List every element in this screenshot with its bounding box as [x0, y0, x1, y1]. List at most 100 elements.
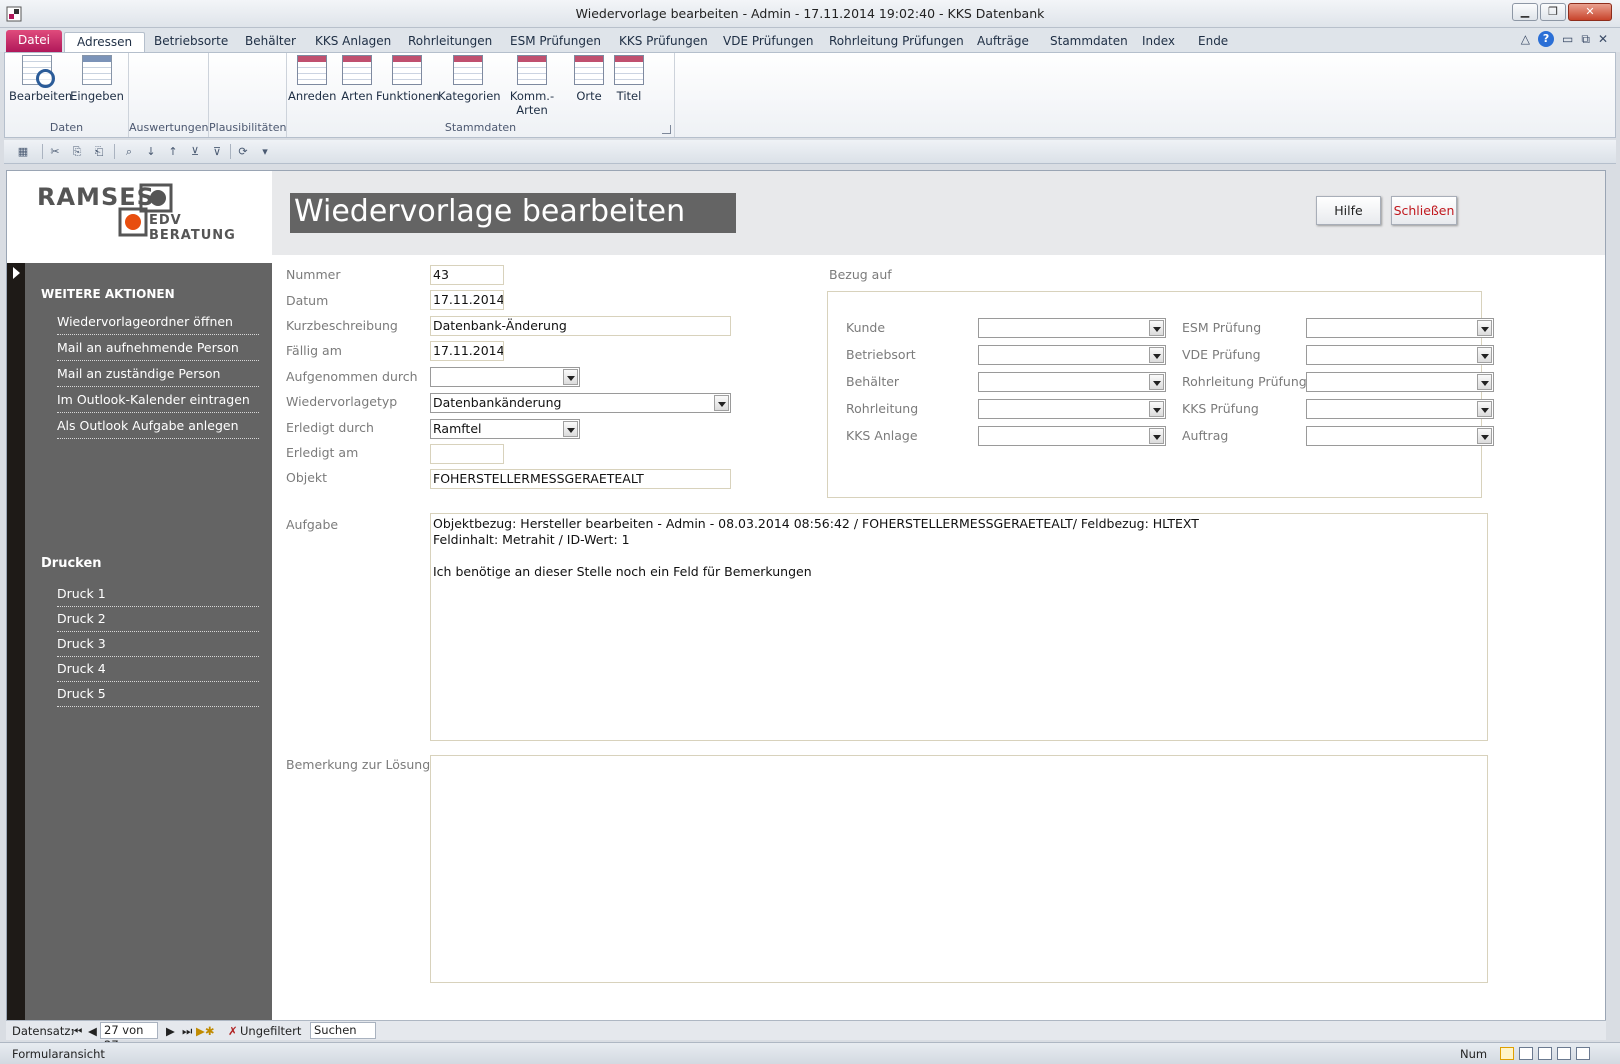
- kks-pruefung-combo[interactable]: [1306, 399, 1494, 419]
- copy-icon[interactable]: ⎘: [70, 145, 84, 158]
- tab-vde-pruefungen[interactable]: VDE Prüfungen: [721, 32, 815, 52]
- action-outlook-aufgabe[interactable]: Als Outlook Aufgabe anlegen: [57, 415, 259, 439]
- paste-icon[interactable]: ⎗: [92, 145, 106, 158]
- customize-qat-icon[interactable]: ▾: [258, 145, 272, 158]
- chevron-down-icon[interactable]: [1477, 347, 1492, 363]
- tab-behaelter[interactable]: Behälter: [243, 32, 298, 52]
- first-record-icon[interactable]: ⏮: [72, 1024, 82, 1039]
- tab-kks-anlagen[interactable]: KKS Anlagen: [313, 32, 393, 52]
- tab-rohrleitungen[interactable]: Rohrleitungen: [406, 32, 494, 52]
- orte-button[interactable]: Orte: [569, 55, 609, 111]
- vde-pruefung-combo[interactable]: [1306, 345, 1494, 365]
- eingeben-button[interactable]: Eingeben: [69, 55, 125, 111]
- erledigt-durch-combo[interactable]: Ramftel: [430, 419, 580, 439]
- erledigt-am-field[interactable]: [430, 444, 504, 464]
- hilfe-button[interactable]: Hilfe: [1316, 196, 1381, 225]
- doc-close-icon[interactable]: ✕: [1598, 32, 1608, 46]
- auftrag-combo[interactable]: [1306, 426, 1494, 446]
- chevron-down-icon[interactable]: [1149, 320, 1164, 336]
- chevron-down-icon[interactable]: [1149, 374, 1164, 390]
- kunde-combo[interactable]: [978, 318, 1166, 338]
- betriebsort-combo[interactable]: [978, 345, 1166, 365]
- action-mail-aufnehmend[interactable]: Mail an aufnehmende Person: [57, 337, 259, 361]
- action-outlook-kalender[interactable]: Im Outlook-Kalender eintragen: [57, 389, 259, 413]
- dialog-launcher-icon[interactable]: [662, 125, 671, 134]
- print-1[interactable]: Druck 1: [57, 583, 259, 607]
- doc-restore-icon[interactable]: ⧉: [1581, 32, 1590, 47]
- bemerkung-textarea[interactable]: [430, 755, 1488, 983]
- find-icon[interactable]: ⌕: [122, 145, 136, 158]
- print-3[interactable]: Druck 3: [57, 633, 259, 657]
- tab-rohrleitung-pruefungen[interactable]: Rohrleitung Prüfungen: [827, 32, 966, 52]
- print-2[interactable]: Druck 2: [57, 608, 259, 632]
- action-wiedervorlageordner[interactable]: Wiedervorlageordner öffnen: [57, 311, 259, 335]
- close-window-button[interactable]: ✕: [1568, 3, 1612, 21]
- form-view-icon[interactable]: [1500, 1047, 1514, 1060]
- help-icon[interactable]: ?: [1538, 31, 1555, 47]
- view-switch-icon[interactable]: ▦: [12, 145, 34, 158]
- tab-auftraege[interactable]: Aufträge: [975, 32, 1031, 52]
- tab-datei[interactable]: Datei: [6, 30, 63, 52]
- design-view-icon[interactable]: [1576, 1047, 1590, 1060]
- kategorien-button[interactable]: Kategorien: [438, 55, 501, 111]
- print-4[interactable]: Druck 4: [57, 658, 259, 682]
- record-selector-strip[interactable]: [7, 263, 25, 1021]
- aufgabe-textarea[interactable]: Objektbezug: Hersteller bearbeiten - Adm…: [430, 513, 1488, 741]
- last-record-icon[interactable]: ⏭: [182, 1024, 192, 1039]
- chevron-down-icon[interactable]: [563, 369, 578, 385]
- filter-icon[interactable]: ⊽: [210, 145, 224, 158]
- chevron-down-icon[interactable]: [1477, 428, 1492, 444]
- tab-index[interactable]: Index: [1140, 32, 1177, 52]
- search-input[interactable]: Suchen: [310, 1022, 376, 1039]
- filter-selection-icon[interactable]: ⊻: [188, 145, 202, 158]
- arten-button[interactable]: Arten: [337, 55, 377, 111]
- minimize-button[interactable]: ▁: [1512, 3, 1538, 21]
- komm-arten-button[interactable]: Komm.-Arten: [497, 55, 567, 117]
- esm-pruefung-combo[interactable]: [1306, 318, 1494, 338]
- nummer-field[interactable]: 43: [430, 265, 504, 285]
- action-mail-zustaendig[interactable]: Mail an zuständige Person: [57, 363, 259, 387]
- doc-minimize-icon[interactable]: ▭: [1562, 32, 1573, 46]
- bearbeiten-button[interactable]: Bearbeiten: [9, 55, 72, 111]
- wiedervorlagetyp-combo[interactable]: Datenbankänderung: [430, 393, 731, 413]
- sort-ascending-icon[interactable]: ↓: [144, 145, 158, 158]
- aufgenommen-combo[interactable]: [430, 367, 580, 387]
- tab-adressen[interactable]: Adressen: [64, 32, 146, 52]
- chevron-down-icon[interactable]: [1477, 374, 1492, 390]
- kurzbeschreibung-field[interactable]: Datenbank-Änderung: [430, 316, 731, 336]
- objekt-field[interactable]: FOHERSTELLERMESSGERAETEALT: [430, 469, 731, 489]
- chevron-down-icon[interactable]: [714, 395, 729, 411]
- datasheet-view-icon[interactable]: [1519, 1047, 1533, 1060]
- layout-view-icon[interactable]: [1538, 1047, 1552, 1060]
- chevron-down-icon[interactable]: [1149, 347, 1164, 363]
- funktionen-button[interactable]: Funktionen: [376, 55, 440, 111]
- tab-kks-pruefungen[interactable]: KKS Prüfungen: [617, 32, 710, 52]
- tab-esm-pruefungen[interactable]: ESM Prüfungen: [508, 32, 603, 52]
- sort-descending-icon[interactable]: ↑: [166, 145, 180, 158]
- tab-betriebsorte[interactable]: Betriebsorte: [152, 32, 230, 52]
- tab-stammdaten[interactable]: Stammdaten: [1048, 32, 1130, 52]
- chevron-down-icon[interactable]: [1477, 401, 1492, 417]
- next-record-icon[interactable]: ▶: [166, 1024, 175, 1038]
- new-record-icon[interactable]: ▶✱: [196, 1024, 214, 1038]
- kks-anlage-combo[interactable]: [978, 426, 1166, 446]
- chevron-down-icon[interactable]: [1149, 401, 1164, 417]
- filter-status[interactable]: Ungefiltert: [240, 1024, 301, 1038]
- cut-icon[interactable]: ✂: [48, 145, 62, 158]
- titel-button[interactable]: Titel: [609, 55, 649, 111]
- chevron-down-icon[interactable]: [563, 421, 578, 437]
- print-preview-icon[interactable]: [1557, 1047, 1571, 1060]
- schliessen-button[interactable]: Schließen: [1391, 196, 1457, 225]
- anreden-button[interactable]: Anreden: [288, 55, 336, 111]
- rohrleitung-pruefung-combo[interactable]: [1306, 372, 1494, 392]
- rohrleitung-combo[interactable]: [978, 399, 1166, 419]
- tab-ende[interactable]: Ende: [1196, 32, 1230, 52]
- prev-record-icon[interactable]: ◀: [88, 1024, 97, 1038]
- chevron-down-icon[interactable]: [1149, 428, 1164, 444]
- datum-field[interactable]: 17.11.2014: [430, 290, 504, 310]
- ribbon-minimize-icon[interactable]: △: [1521, 32, 1530, 46]
- maximize-button[interactable]: ❐: [1540, 3, 1566, 21]
- chevron-down-icon[interactable]: [1477, 320, 1492, 336]
- faellig-field[interactable]: 17.11.2014: [430, 341, 504, 361]
- behaelter-combo[interactable]: [978, 372, 1166, 392]
